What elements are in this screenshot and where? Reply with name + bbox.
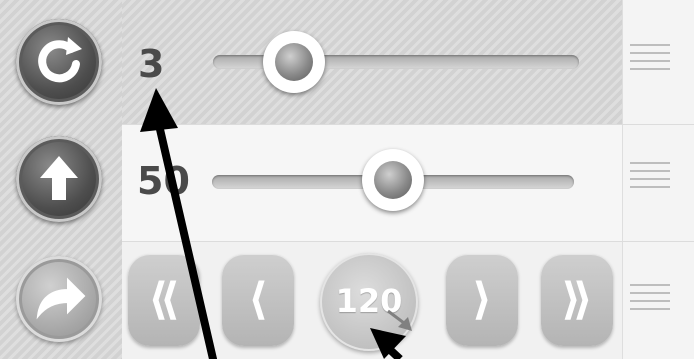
annotation-overlay: [140, 88, 406, 359]
annotation-arrow-head: [140, 88, 178, 132]
annotation-arrow-shaft: [152, 108, 217, 359]
